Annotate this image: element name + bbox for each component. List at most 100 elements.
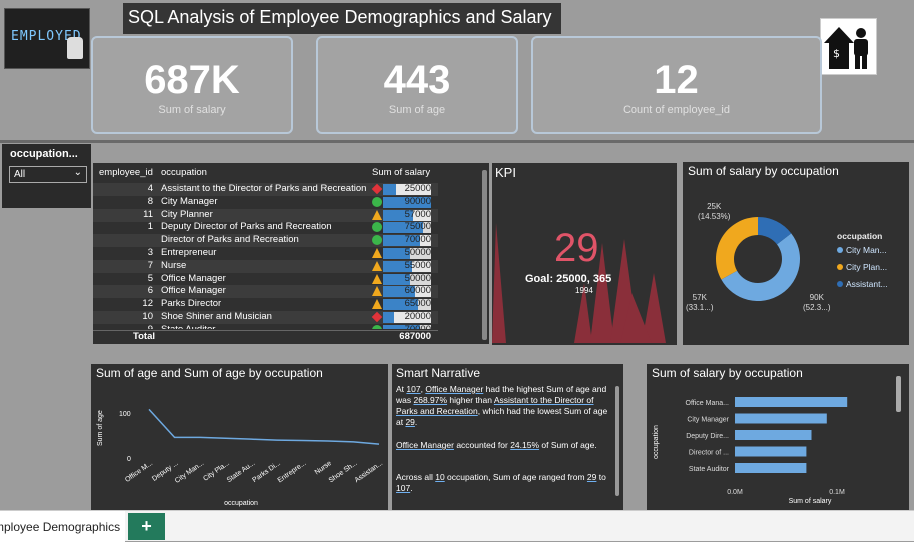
line-xtick: Entrepre... xyxy=(277,460,308,485)
cell-occupation: Shoe Shiner and Musician xyxy=(161,311,272,322)
salary-bar[interactable] xyxy=(735,413,827,424)
cell-occupation: Parks Director xyxy=(161,298,222,310)
cell-salary: 25000 xyxy=(404,183,431,194)
hand-icon xyxy=(67,37,83,59)
bar-category-label: State Auditor xyxy=(689,466,730,473)
kpi-visual: KPI 29 Goal: 25000, 365 1994 xyxy=(492,163,677,345)
kpi-goal: Goal: 25000, 365 xyxy=(525,273,612,285)
cell-occupation: City Manager xyxy=(161,195,218,207)
bar-chart-scrollbar[interactable] xyxy=(896,376,901,412)
add-page-button[interactable]: + xyxy=(128,513,165,540)
salary-bar[interactable] xyxy=(735,397,848,407)
cell-employee-id: 1 xyxy=(147,221,153,233)
cell-salary: 70000 xyxy=(383,324,431,329)
table-row[interactable]: 8 City Manager 90000 xyxy=(93,196,438,209)
age-card: 443 Sum of age xyxy=(316,36,518,134)
table-scrollbar[interactable] xyxy=(482,170,487,340)
cell-salary: 57000 xyxy=(404,208,431,220)
table-row[interactable]: 1 Deputy Director of Parks and Recreation… xyxy=(93,221,438,234)
cell-employee-id: 7 xyxy=(147,259,153,271)
table-row[interactable]: 10 Shoe Shiner and Musician 20000 xyxy=(93,311,438,324)
donut-label-city-manager: 90K (52.3...) xyxy=(803,293,831,312)
cell-salary: 90000 xyxy=(404,195,431,207)
table-total-row: Total 687000 xyxy=(93,330,438,343)
cell-salary: 55000 xyxy=(404,259,431,271)
line-xlabel: occupation xyxy=(224,500,258,507)
table-row[interactable]: 12 Parks Director 65000 xyxy=(93,298,438,311)
bar-xtick-0: 0.0M xyxy=(727,489,743,496)
donut-label-city-planner: 57K (33.1...) xyxy=(686,293,714,312)
legend-title: occupation xyxy=(837,231,883,241)
cell-employee-id: 11 xyxy=(143,208,153,220)
bar-category-label: Director of ... xyxy=(689,450,729,457)
cell-occupation: Assistant to the Director of Parks and R… xyxy=(161,183,366,194)
salary-donut-chart: Sum of salary by occupation 25K (14.53%) … xyxy=(683,162,909,345)
table-row[interactable]: 11 City Planner 57000 xyxy=(93,208,438,222)
donut-slice[interactable] xyxy=(716,217,758,280)
cell-salary: 75000 xyxy=(404,221,431,233)
salary-card-value: 687K xyxy=(144,58,240,102)
narrative-scrollbar[interactable] xyxy=(615,386,619,496)
occupation-slicer: occupation... All ⌄ xyxy=(2,144,91,208)
narrative-title: Smart Narrative xyxy=(396,366,481,380)
tab-employee-demographics[interactable]: Employee Demographics xyxy=(0,511,125,542)
total-label: Total xyxy=(133,331,155,342)
narrative-paragraph-1: At 107, Office Manager had the highest S… xyxy=(396,384,608,428)
line-xtick: Nurse xyxy=(314,460,333,477)
page-tabs: Employee Demographics + xyxy=(0,510,914,542)
line-ytick-100: 100 xyxy=(119,411,131,418)
age-line-chart: Sum of age and Sum of age by occupation … xyxy=(91,364,388,510)
cell-occupation: City Planner xyxy=(161,208,213,220)
legend-item-assistant[interactable]: Assistant... xyxy=(837,279,888,289)
cell-occupation: Director of Parks and Recreation xyxy=(161,234,299,246)
narrative-paragraph-3: Across all 10 occupation, Sum of age ran… xyxy=(396,472,606,494)
green-circle-icon xyxy=(372,196,382,207)
salary-bar[interactable] xyxy=(735,463,807,473)
green-circle-icon xyxy=(372,222,382,233)
donut-svg xyxy=(716,217,800,301)
green-circle-icon xyxy=(372,235,382,246)
table-row[interactable]: 6 Office Manager 60000 xyxy=(93,285,438,299)
cell-salary: 20000 xyxy=(404,311,431,322)
table-row[interactable]: 9 State Auditor 70000 xyxy=(93,324,438,329)
line-chart-svg: Sum of age 100 0 Office M...Deputy ...Ci… xyxy=(97,408,384,507)
cell-employee-id: 6 xyxy=(147,285,153,297)
table-row[interactable]: Director of Parks and Recreation 70000 xyxy=(93,234,438,248)
cell-employee-id: 4 xyxy=(147,183,153,194)
bar-ylabel: occupation xyxy=(653,425,660,459)
dropdown-value: All xyxy=(14,169,26,180)
employee-table: employee_id occupation Sum of salary 4 As… xyxy=(93,163,489,344)
cell-employee-id: 3 xyxy=(147,247,153,258)
salary-card-label: Sum of salary xyxy=(158,104,226,116)
bar-xlabel: Sum of salary xyxy=(789,498,832,505)
table-row[interactable]: 7 Nurse 55000 xyxy=(93,259,438,273)
line-xtick: City Man... xyxy=(174,460,205,485)
legend-item-city-manager[interactable]: City Man... xyxy=(837,245,887,255)
narrative-paragraph-2: Office Manager accounted for 24.15% of S… xyxy=(396,440,597,450)
svg-text:$: $ xyxy=(833,47,840,60)
kpi-year: 1994 xyxy=(575,286,593,295)
table-row[interactable]: 3 Entrepreneur 50000 xyxy=(93,247,438,260)
occupation-dropdown[interactable]: All ⌄ xyxy=(9,166,87,183)
salary-bar-chart: Sum of salary by occupation occupation O… xyxy=(647,364,909,510)
legend-item-city-planner[interactable]: City Plan... xyxy=(837,262,887,272)
bar-category-label: Office Mana... xyxy=(686,400,730,407)
employed-logo: EMPLOYED xyxy=(4,8,90,69)
cell-salary: 60000 xyxy=(404,285,431,297)
cell-salary: 65000 xyxy=(404,298,431,310)
smart-narrative: Smart Narrative At 107, Office Manager h… xyxy=(392,364,623,510)
bar-category-label: Deputy Dire... xyxy=(686,433,729,440)
bar-xtick-1: 0.1M xyxy=(829,489,845,496)
cell-occupation: State Auditor xyxy=(161,324,366,329)
table-row[interactable]: 5 Office Manager 50000 xyxy=(93,273,438,286)
page-title: SQL Analysis of Employee Demographics an… xyxy=(123,3,561,34)
salary-bar[interactable] xyxy=(735,446,807,457)
table-row[interactable]: 4 Assistant to the Director of Parks and … xyxy=(93,183,438,196)
kpi-value: 29 xyxy=(554,226,599,270)
cell-salary: 70000 xyxy=(404,234,431,246)
cell-employee-id: 12 xyxy=(142,298,153,310)
line-xtick: Shoe Sh... xyxy=(328,460,359,485)
donut-title: Sum of salary by occupation xyxy=(688,164,839,178)
salary-bar[interactable] xyxy=(735,430,812,440)
cell-employee-id: 9 xyxy=(93,324,153,329)
